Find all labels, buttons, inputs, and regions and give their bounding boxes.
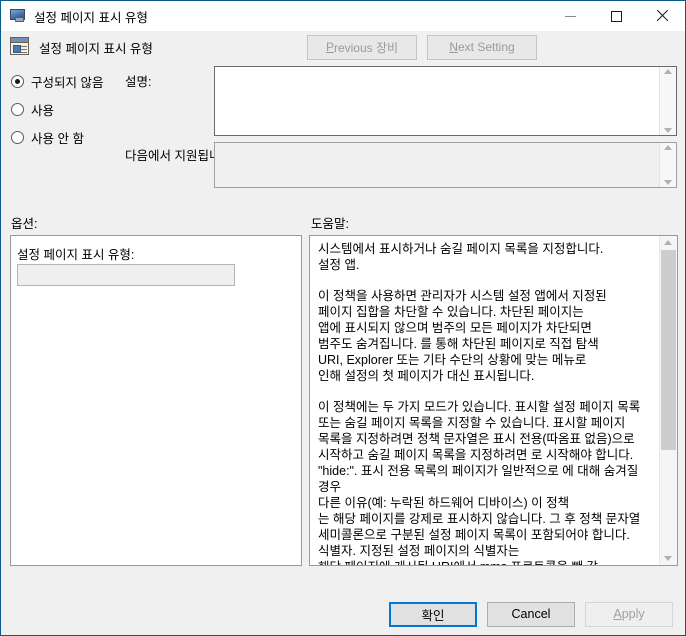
maximize-icon xyxy=(610,10,622,22)
ok-button[interactable]: 확인 xyxy=(389,601,477,627)
scroll-down-icon[interactable] xyxy=(664,180,672,185)
help-section-label: 도움말: xyxy=(311,217,349,231)
navigation-buttons: Previous 장비 Next Setting xyxy=(307,34,537,60)
panels-area: 설정 페이지 표시 유형: 시스템에서 표시하거나 숨길 페이지 목록을 지정합… xyxy=(1,235,685,593)
dialog-header: 설정 페이지 표시 유형 Previous 장비 Next Setting xyxy=(1,31,685,63)
scroll-up-icon[interactable] xyxy=(664,145,672,150)
minimize-icon xyxy=(564,15,576,17)
window-title: 설정 페이지 표시 유형 xyxy=(34,10,148,25)
state-and-comment-area: 구성되지 않음 사용 사용 안 함 설명: 다음에서 지원됩니다: xyxy=(1,63,685,211)
policy-state-radio-group: 구성되지 않음 사용 사용 안 함 xyxy=(11,67,121,151)
scroll-up-icon[interactable] xyxy=(664,240,672,245)
scrollbar-thumb[interactable] xyxy=(661,250,676,450)
options-panel: 설정 페이지 표시 유형: xyxy=(10,235,302,566)
previous-accel: P xyxy=(325,40,334,54)
radio-disabled-label: 사용 안 함 xyxy=(31,131,84,146)
previous-label: revious 장비 xyxy=(333,40,399,55)
help-scrollbar[interactable] xyxy=(659,236,677,565)
help-panel: 시스템에서 표시하거나 숨길 페이지 목록을 지정합니다. 설정 앱. 이 정책… xyxy=(309,235,678,566)
window-controls xyxy=(547,1,685,31)
radio-disabled[interactable]: 사용 안 함 xyxy=(11,123,121,151)
radio-not-configured-label: 구성되지 않음 xyxy=(31,75,104,90)
help-paragraph: 시스템에서 표시하거나 숨길 페이지 목록을 지정합니다. 설정 앱. xyxy=(318,242,604,272)
apply-button[interactable]: Apply xyxy=(585,601,673,627)
setting-field-input[interactable] xyxy=(17,264,235,286)
close-button[interactable] xyxy=(639,1,685,31)
supported-on-textarea xyxy=(215,143,659,187)
options-section-label: 옵션: xyxy=(11,217,38,231)
help-paragraph: 이 정책을 사용하면 관리자가 시스템 설정 앱에서 지정된 페이지 집합을 차… xyxy=(318,289,607,383)
comment-scrollbar[interactable] xyxy=(659,67,676,135)
radio-enabled-mark xyxy=(11,102,24,116)
radio-enabled[interactable]: 사용 xyxy=(11,95,121,123)
previous-setting-button[interactable]: Previous 장비 xyxy=(307,34,417,60)
policy-form-icon xyxy=(9,37,31,57)
comment-label: 설명: xyxy=(125,75,152,89)
setting-field-label: 설정 페이지 표시 유형: xyxy=(17,248,135,262)
title-bar: 설정 페이지 표시 유형 xyxy=(1,1,685,31)
supported-on-scrollbar[interactable] xyxy=(659,143,676,187)
minimize-button[interactable] xyxy=(547,1,593,31)
policy-setting-dialog: 설정 페이지 표시 유형 설정 페이지 표시 유형 Previous 장비 N xyxy=(0,0,686,636)
comment-box[interactable] xyxy=(214,66,677,136)
apply-accel: A xyxy=(613,607,622,621)
scroll-down-icon[interactable] xyxy=(664,556,672,561)
dialog-footer: 확인 Cancel Apply xyxy=(1,593,685,635)
radio-disabled-mark xyxy=(11,130,24,144)
help-text: 시스템에서 표시하거나 숨길 페이지 목록을 지정합니다. 설정 앱. 이 정책… xyxy=(310,236,659,565)
radio-enabled-label: 사용 xyxy=(31,103,55,118)
comment-textarea[interactable] xyxy=(215,67,659,135)
close-icon xyxy=(656,10,668,22)
next-setting-button[interactable]: Next Setting xyxy=(427,34,537,60)
radio-not-configured-mark xyxy=(11,74,24,88)
supported-on-box xyxy=(214,142,677,188)
maximize-button[interactable] xyxy=(593,1,639,31)
scroll-up-icon[interactable] xyxy=(664,69,672,74)
help-paragraph: 이 정책에는 두 가지 모드가 있습니다. 표시할 설정 페이지 목록 또는 숨… xyxy=(318,400,641,565)
policy-title: 설정 페이지 표시 유형 xyxy=(39,41,153,56)
next-accel: N xyxy=(449,40,458,54)
section-labels: 옵션: 도움말: xyxy=(1,211,685,235)
radio-not-configured[interactable]: 구성되지 않음 xyxy=(11,67,121,95)
apply-label: pply xyxy=(621,607,645,621)
next-label: ext Setting xyxy=(457,40,515,54)
monitor-icon xyxy=(10,8,26,24)
scroll-down-icon[interactable] xyxy=(664,128,672,133)
cancel-button[interactable]: Cancel xyxy=(487,601,575,627)
